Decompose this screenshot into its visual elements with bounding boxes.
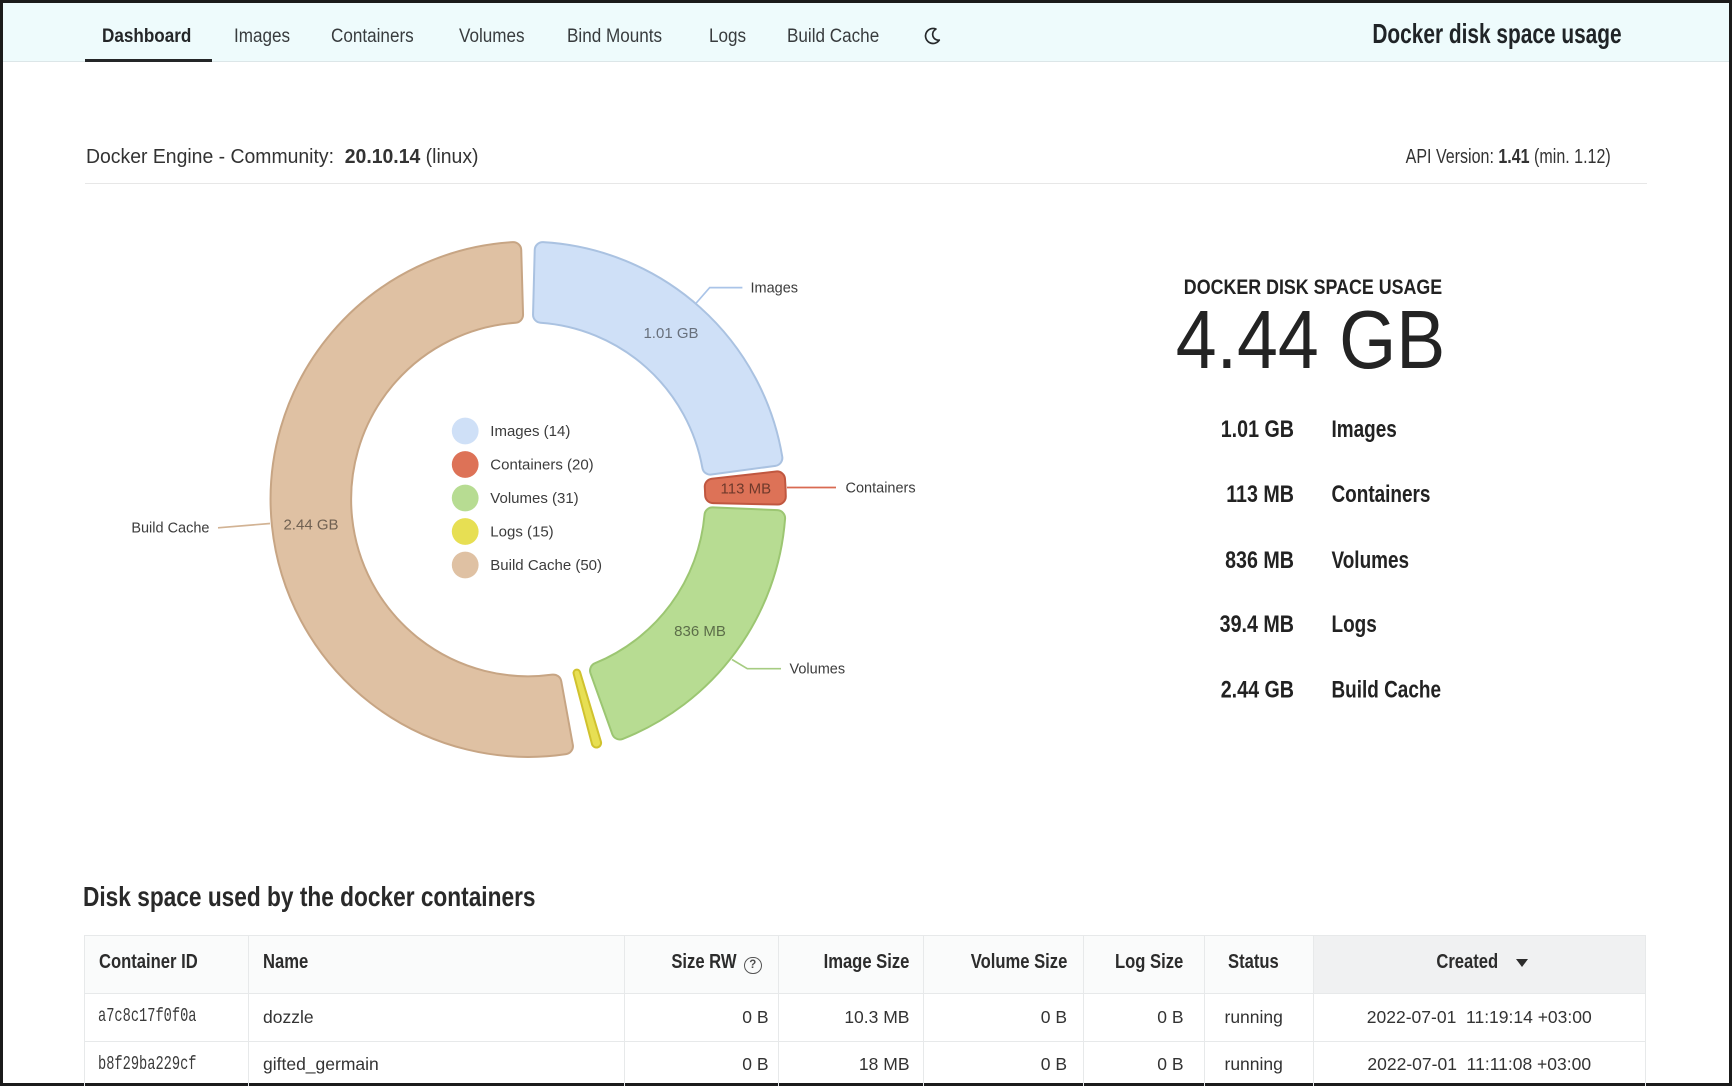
svg-text:Images: Images [751, 281, 799, 297]
svg-text:Build Cache (50): Build Cache (50) [490, 557, 602, 574]
svg-text:Volumes: Volumes [790, 662, 846, 678]
svg-text:113 MB: 113 MB [1226, 480, 1294, 507]
svg-text:Images (14): Images (14) [490, 423, 570, 440]
svg-text:Build Cache: Build Cache [1332, 675, 1441, 703]
svg-text:1.01 GB: 1.01 GB [643, 325, 698, 342]
svg-text:Containers: Containers [846, 481, 916, 497]
svg-text:Containers (20): Containers (20) [490, 457, 593, 474]
svg-text:39.4 MB: 39.4 MB [1220, 610, 1294, 637]
svg-text:Containers: Containers [1332, 480, 1431, 508]
svg-text:Volumes: Volumes [1332, 546, 1410, 574]
svg-text:836 MB: 836 MB [1225, 546, 1294, 573]
svg-text:Logs (15): Logs (15) [490, 524, 553, 541]
svg-text:2.44 GB: 2.44 GB [283, 517, 338, 534]
svg-text:Images: Images [1332, 415, 1397, 443]
svg-text:Volumes (31): Volumes (31) [490, 490, 578, 507]
svg-text:1.01 GB: 1.01 GB [1221, 415, 1294, 442]
svg-text:2.44 GB: 2.44 GB [1221, 676, 1294, 703]
svg-text:113 MB: 113 MB [721, 480, 772, 497]
svg-text:Logs: Logs [1332, 610, 1377, 638]
svg-text:Build Cache: Build Cache [131, 521, 209, 537]
svg-text:4.44 GB: 4.44 GB [1176, 293, 1445, 386]
svg-text:836 MB: 836 MB [674, 623, 726, 640]
